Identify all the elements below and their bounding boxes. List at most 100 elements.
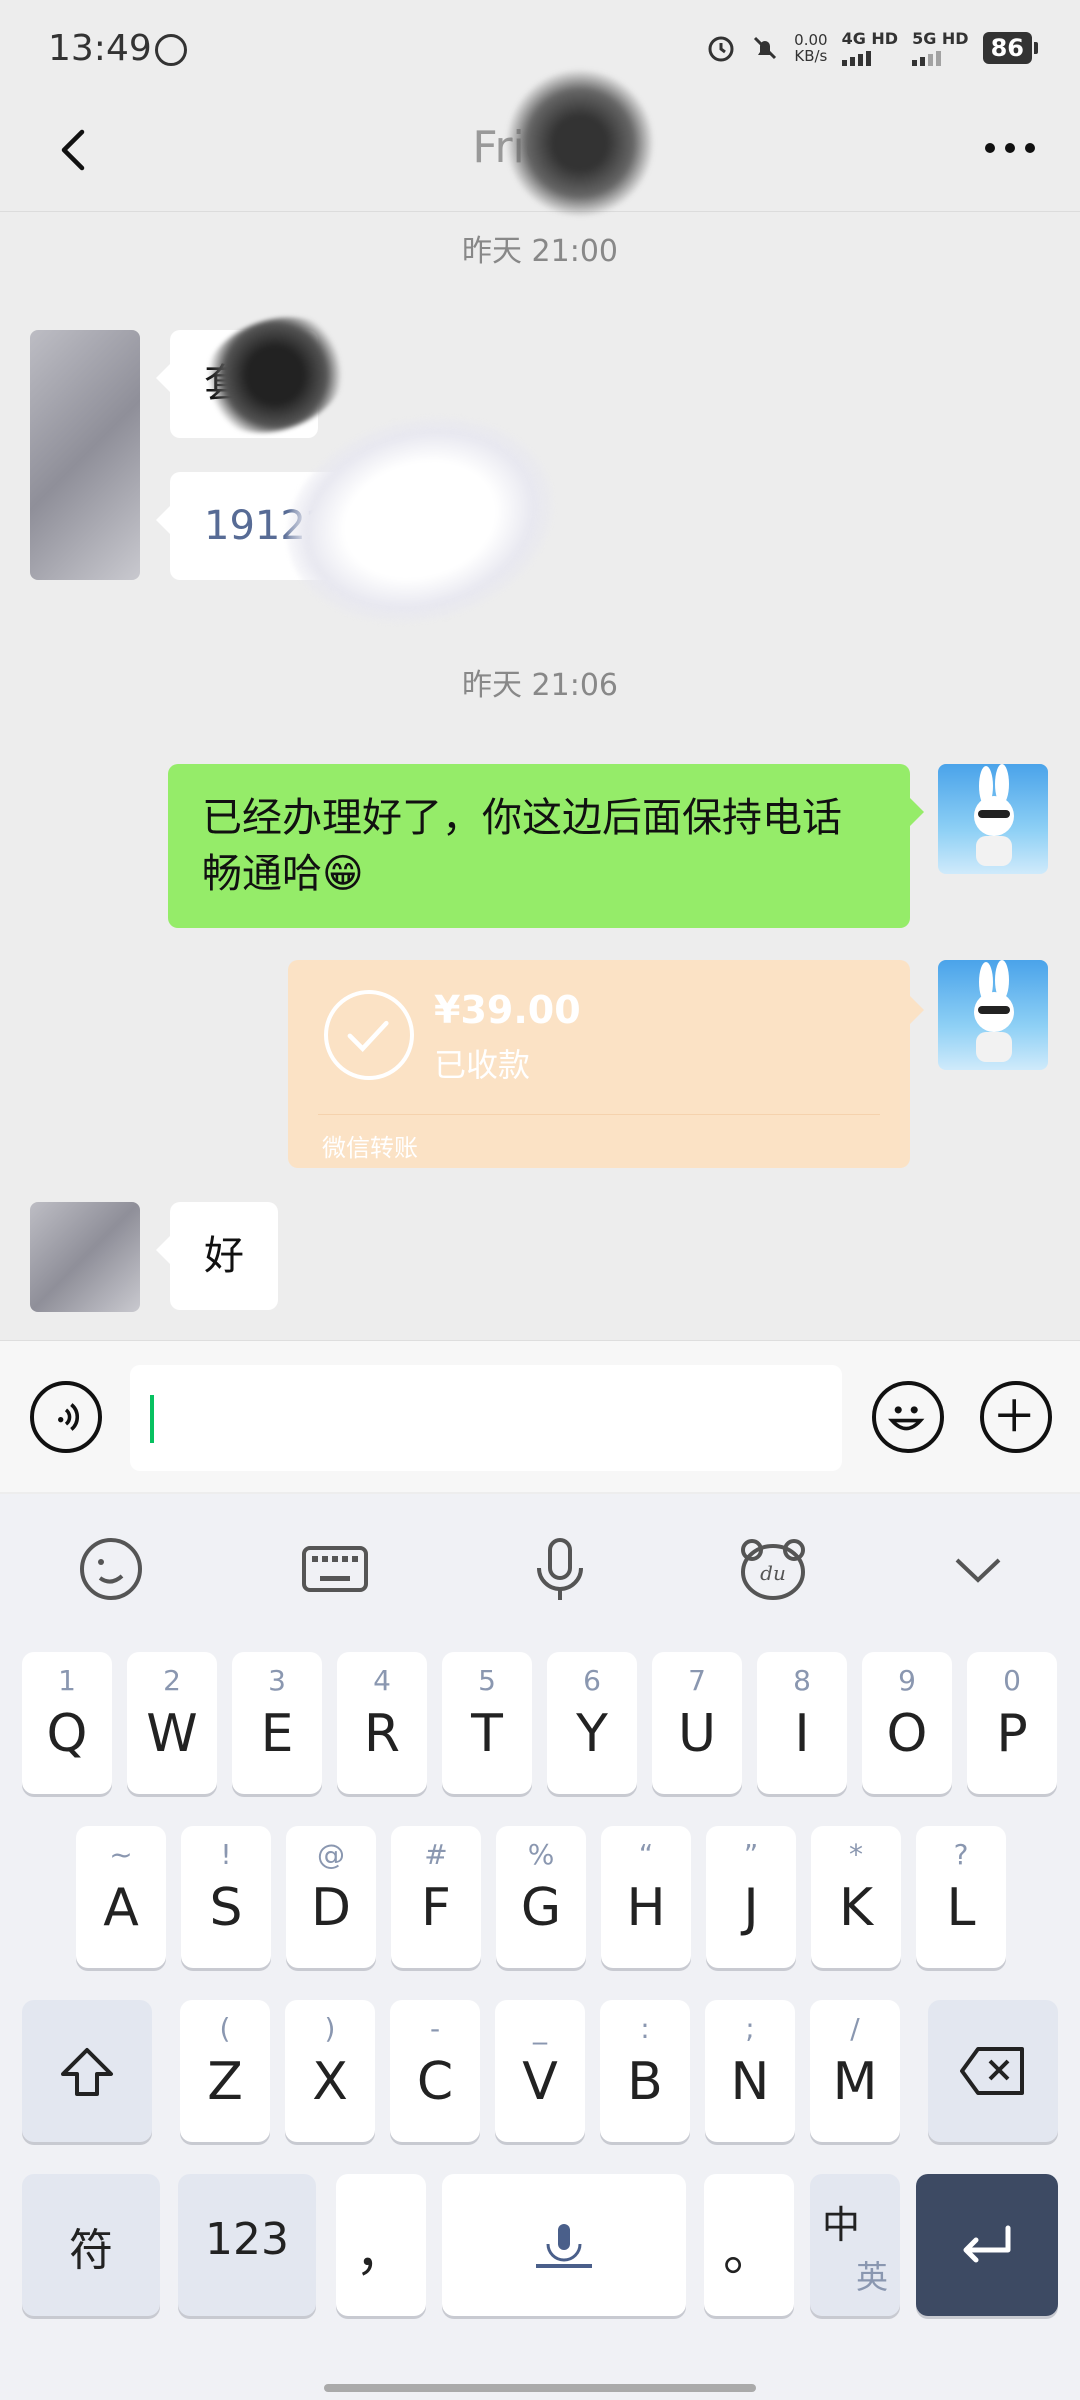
key-primary-label: L xyxy=(946,1878,976,1938)
backspace-key[interactable] xyxy=(928,2000,1058,2142)
key-primary-label: M xyxy=(832,2052,878,2112)
plus-icon[interactable] xyxy=(980,1381,1052,1453)
chat-header: Friend xyxy=(0,40,1080,246)
key-secondary-label: 1 xyxy=(58,1664,76,1697)
speed-unit: KB/s xyxy=(794,47,828,65)
transfer-amount: ¥39.00 xyxy=(434,988,581,1032)
key-c[interactable]: -C xyxy=(390,2000,480,2142)
chevron-down-icon[interactable] xyxy=(943,1534,1013,1604)
key-x[interactable]: ) X xyxy=(285,2000,375,2142)
key-t[interactable]: 5T xyxy=(442,1652,532,1794)
key-y[interactable]: 6Y xyxy=(547,1652,637,1794)
key-n[interactable]: ; N xyxy=(705,2000,795,2142)
alarm-icon xyxy=(708,36,734,62)
key-v[interactable]: _ V xyxy=(495,2000,585,2142)
key-primary-label: S xyxy=(209,1878,243,1938)
key-z[interactable]: (Z xyxy=(180,2000,270,2142)
more-options-icon[interactable] xyxy=(980,128,1040,168)
key-f[interactable]: # F xyxy=(391,1826,481,1968)
numbers-key[interactable]: 123 xyxy=(178,2174,316,2316)
timestamp: 昨天 21:06 xyxy=(462,668,618,703)
key-h[interactable]: “H xyxy=(601,1826,691,1968)
rabbit-icon xyxy=(974,764,1014,866)
lang-zh: 中 xyxy=(822,2203,861,2247)
key-primary-label: N xyxy=(730,2052,770,2112)
message-bubble-outgoing[interactable]: 已经办理好了，你这边后面保持电话畅通哈😁 xyxy=(168,764,924,928)
language-switch-key[interactable]: 中 英 xyxy=(810,2174,900,2316)
transfer-card[interactable]: ¥39.00 已收款 微信转账 xyxy=(288,960,924,1168)
key-primary-label: A xyxy=(103,1878,139,1938)
lang-en: 英 xyxy=(856,2258,889,2296)
signal-5g: 5G HD xyxy=(912,30,969,66)
key-primary-label: Y xyxy=(576,1704,608,1764)
rabbit-icon xyxy=(974,960,1014,1062)
backspace-icon xyxy=(960,2047,1024,2095)
emoji-icon[interactable] xyxy=(872,1381,944,1453)
key-primary-label: V xyxy=(522,2052,558,2112)
key-w[interactable]: 2W xyxy=(127,1652,217,1794)
key-primary-label: O xyxy=(886,1704,928,1764)
key-primary-label: C xyxy=(416,2052,454,2112)
enter-key[interactable] xyxy=(916,2174,1058,2316)
key-primary-label: J xyxy=(743,1878,759,1938)
keyboard-toolbar: du xyxy=(0,1494,1080,1632)
emoji-smile-icon[interactable] xyxy=(76,1534,146,1604)
key-q[interactable]: 1Q xyxy=(22,1652,112,1794)
key-m[interactable]: / M xyxy=(810,2000,900,2142)
key-label: 。 xyxy=(722,2223,775,2283)
soft-keyboard: 1Q2W3E4R5T6Y7U8I9O0P ~ A! S @ D # F% G “H” J * K? L … xyxy=(0,1632,1080,2400)
comma-key[interactable]: ， xyxy=(336,2174,426,2316)
key-primary-label: Q xyxy=(46,1704,88,1764)
symbols-key[interactable]: 符 xyxy=(22,2174,160,2316)
keyboard-icon[interactable] xyxy=(300,1534,370,1604)
message-bubble-incoming[interactable]: 好 xyxy=(156,1202,278,1310)
home-indicator[interactable] xyxy=(324,2384,756,2392)
friend-avatar[interactable] xyxy=(30,1202,140,1312)
key-secondary-label: # xyxy=(424,1838,448,1871)
key-d[interactable]: @ D xyxy=(286,1826,376,1968)
key-p[interactable]: 0P xyxy=(967,1652,1057,1794)
message-input[interactable] xyxy=(130,1365,842,1471)
key-secondary-label: “ xyxy=(638,1838,654,1871)
voice-input-icon[interactable] xyxy=(30,1381,102,1453)
key-secondary-label: % xyxy=(527,1838,555,1871)
key-i[interactable]: 8I xyxy=(757,1652,847,1794)
network-speed: 0.00 KB/s xyxy=(794,32,827,64)
key-primary-label: F xyxy=(421,1878,451,1938)
key-secondary-label: / xyxy=(850,2012,860,2045)
key-g[interactable]: % G xyxy=(496,1826,586,1968)
period-key[interactable]: 。 xyxy=(704,2174,794,2316)
signal-4g: 4G HD xyxy=(841,30,898,66)
notification-icon xyxy=(155,34,187,66)
key-r[interactable]: 4R xyxy=(337,1652,427,1794)
my-avatar[interactable] xyxy=(938,960,1048,1070)
key-primary-label: Z xyxy=(207,2052,243,2112)
key-primary-label: P xyxy=(996,1704,1028,1764)
net-label-5g: 5G HD xyxy=(912,29,969,48)
friend-avatar[interactable] xyxy=(30,330,140,580)
key-j[interactable]: ” J xyxy=(706,1826,796,1968)
key-secondary-label: 5 xyxy=(478,1664,496,1697)
key-secondary-label: - xyxy=(429,2012,441,2045)
key-label: 符 xyxy=(69,2225,113,2276)
input-bar xyxy=(0,1340,1080,1492)
microphone-icon[interactable] xyxy=(525,1534,595,1604)
key-primary-label: R xyxy=(363,1704,401,1764)
key-b[interactable]: :B xyxy=(600,2000,690,2142)
key-secondary-label: ( xyxy=(219,2012,231,2045)
my-avatar[interactable] xyxy=(938,764,1048,874)
shift-key[interactable] xyxy=(22,2000,152,2142)
text-cursor xyxy=(150,1395,154,1443)
key-l[interactable]: ? L xyxy=(916,1826,1006,1968)
key-o[interactable]: 9O xyxy=(862,1652,952,1794)
key-k[interactable]: * K xyxy=(811,1826,901,1968)
space-key[interactable] xyxy=(442,2174,686,2316)
key-u[interactable]: 7U xyxy=(652,1652,742,1794)
key-secondary-label: 0 xyxy=(1003,1664,1021,1697)
key-secondary-label: ” xyxy=(743,1838,759,1871)
key-s[interactable]: ! S xyxy=(181,1826,271,1968)
signal-bars-icon xyxy=(912,48,969,66)
du-bear-icon[interactable]: du xyxy=(738,1534,808,1604)
key-a[interactable]: ~ A xyxy=(76,1826,166,1968)
key-e[interactable]: 3E xyxy=(232,1652,322,1794)
